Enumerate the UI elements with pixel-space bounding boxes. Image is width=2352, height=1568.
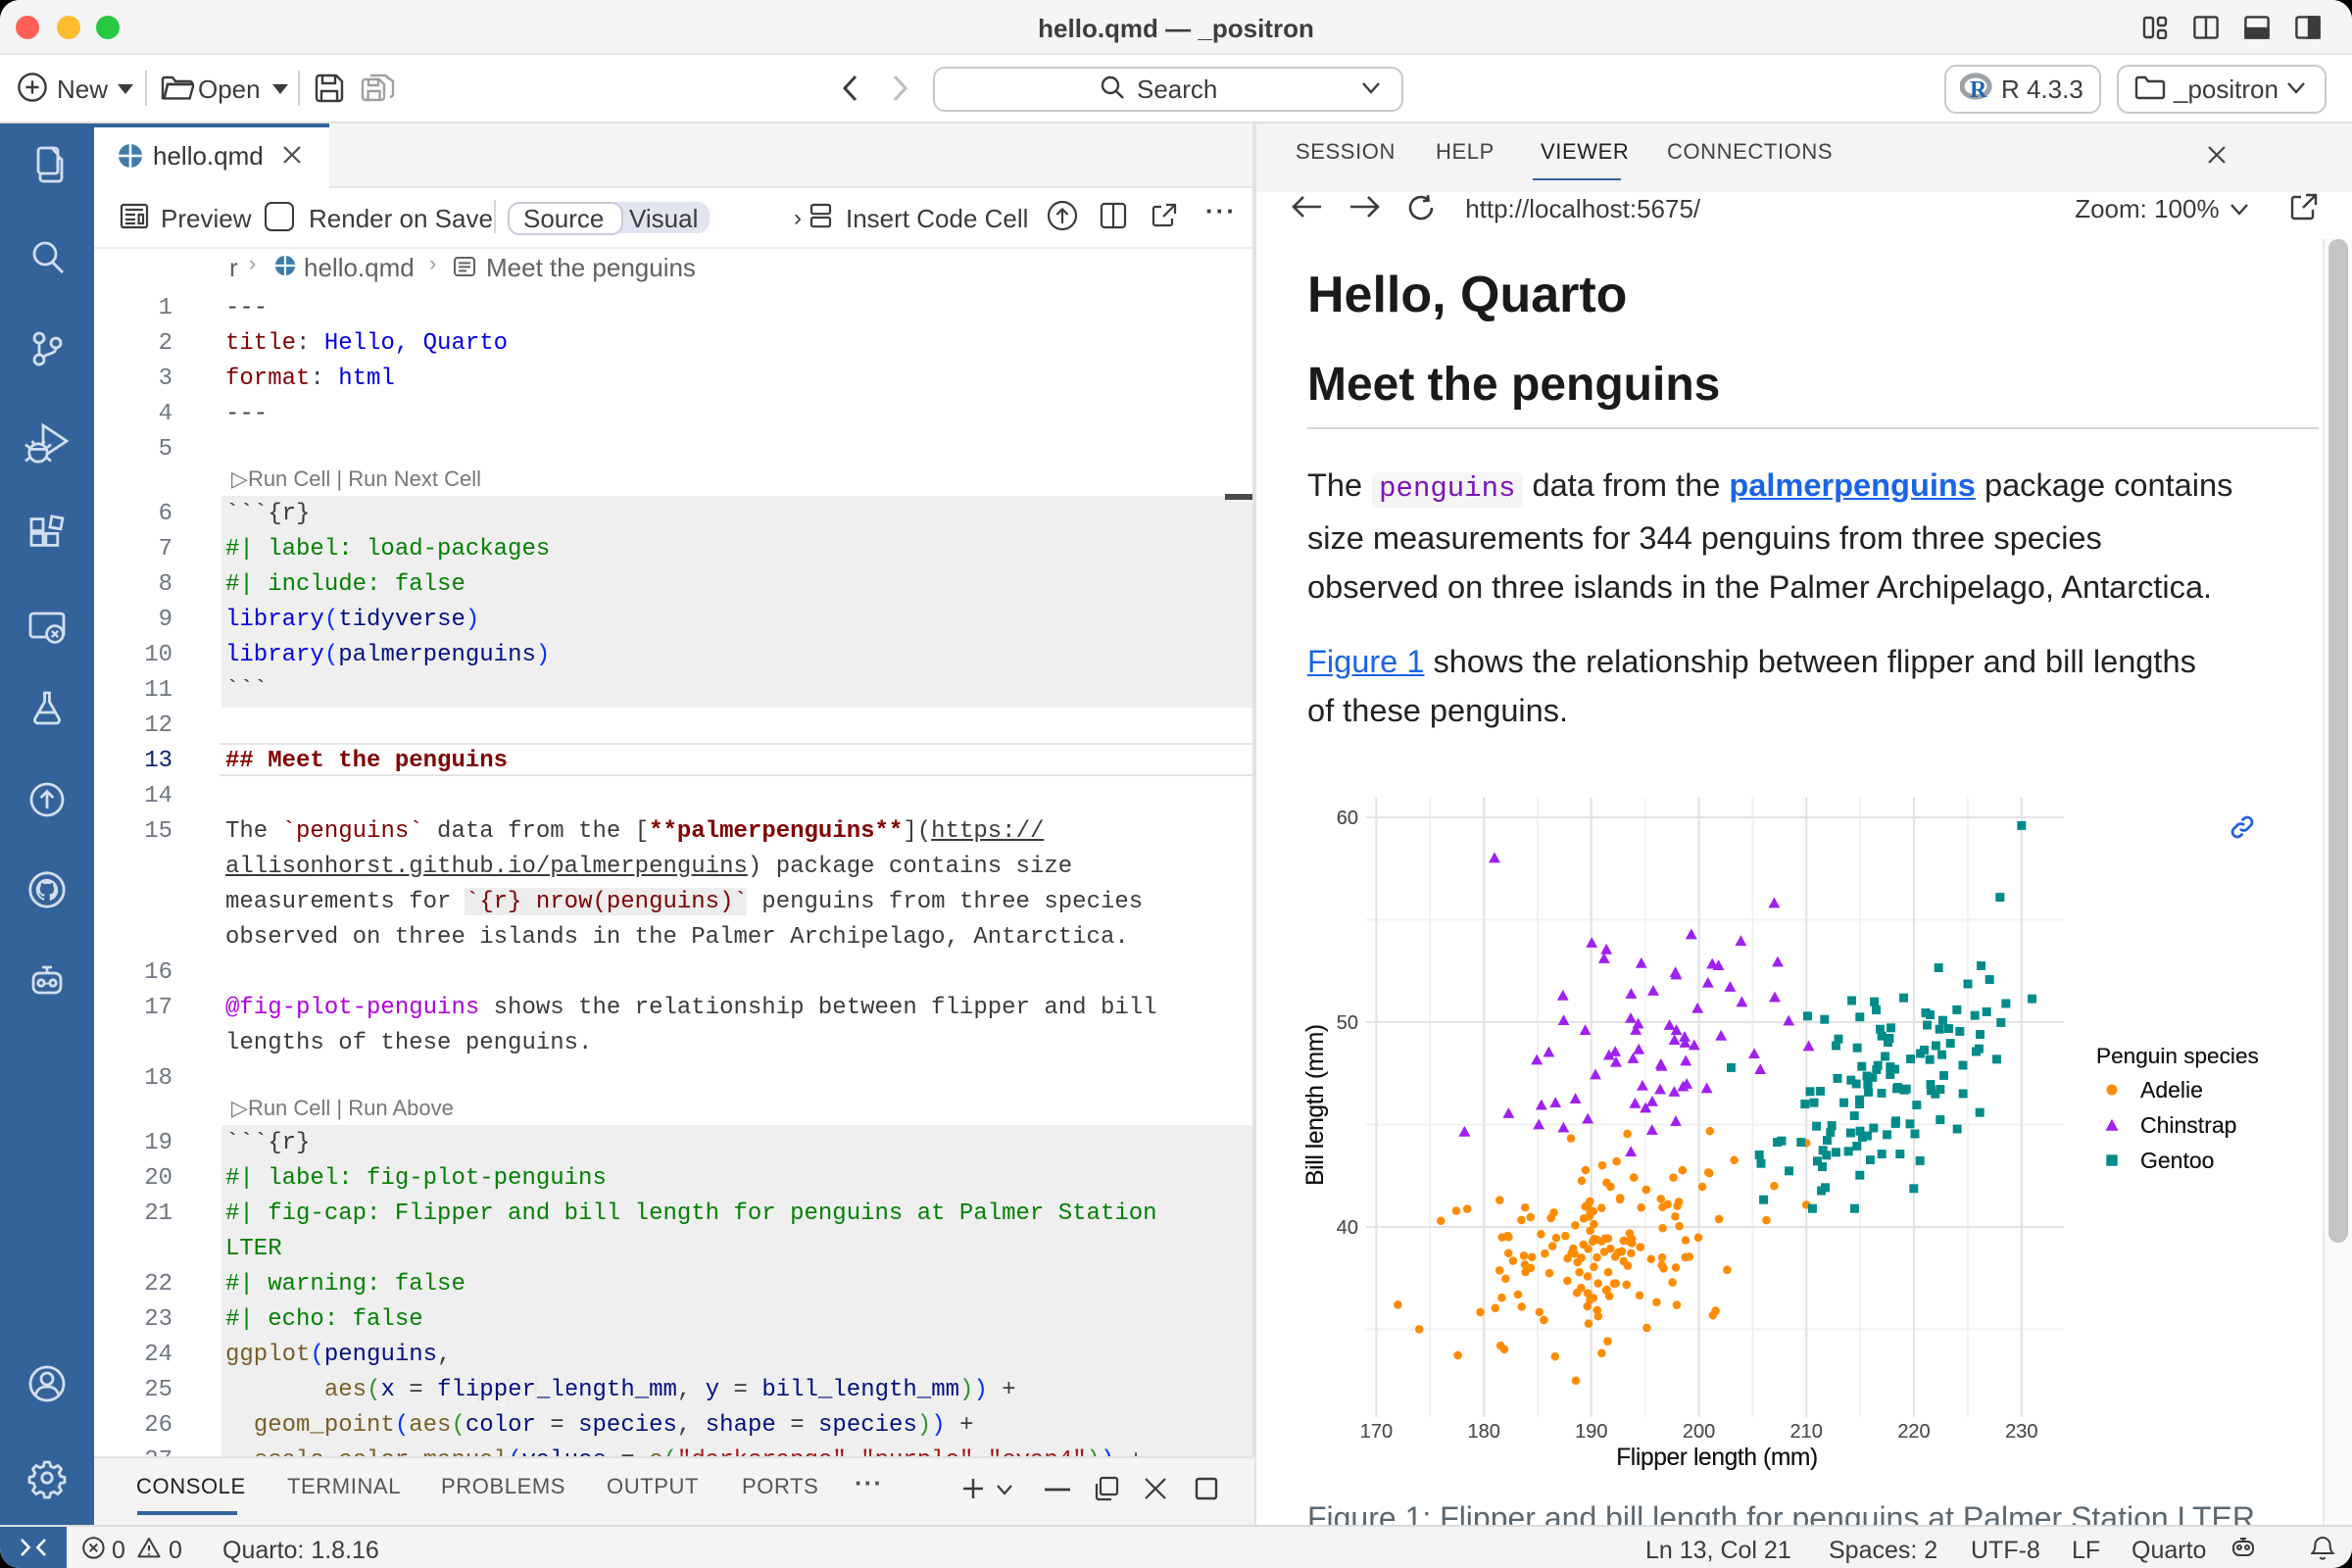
svg-text:40: 40	[1337, 1217, 1358, 1239]
svg-text:180: 180	[1468, 1421, 1500, 1443]
svg-text:210: 210	[1790, 1421, 1823, 1443]
svg-text:230: 230	[2005, 1421, 2037, 1443]
svg-text:Bill length (mm): Bill length (mm)	[1302, 1024, 1329, 1185]
svg-text:Adelie: Adelie	[2140, 1077, 2203, 1102]
svg-text:170: 170	[1360, 1421, 1393, 1443]
svg-text:R: R	[1970, 77, 1987, 102]
svg-text:60: 60	[1337, 808, 1358, 829]
svg-text:220: 220	[1897, 1421, 1930, 1443]
svg-text:Penguin species: Penguin species	[2096, 1044, 2259, 1068]
svg-text:Flipper length (mm): Flipper length (mm)	[1616, 1445, 1818, 1471]
svg-text:Gentoo: Gentoo	[2140, 1148, 2214, 1173]
svg-text:Chinstrap: Chinstrap	[2140, 1112, 2236, 1138]
svg-text:200: 200	[1683, 1421, 1715, 1443]
svg-text:190: 190	[1575, 1421, 1607, 1443]
svg-text:50: 50	[1337, 1012, 1358, 1034]
